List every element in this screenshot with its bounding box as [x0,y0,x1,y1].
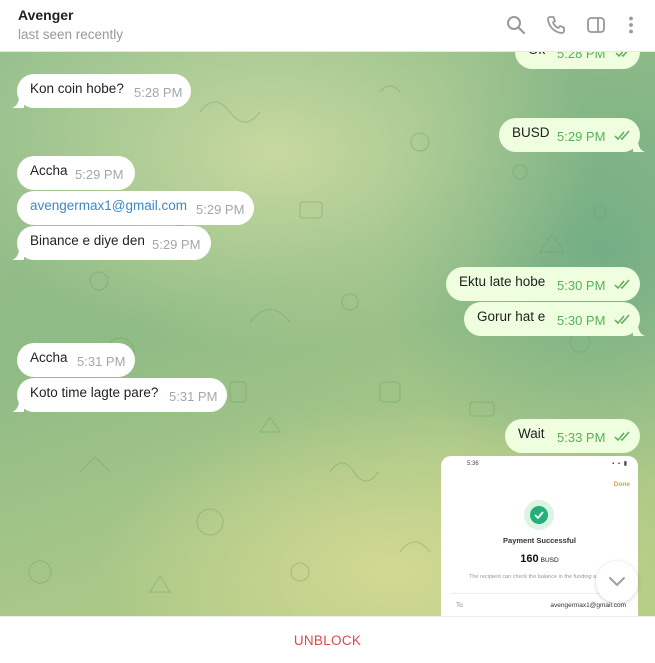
search-icon[interactable] [505,14,527,36]
contact-name[interactable]: Avenger [18,7,74,23]
message-time: 5:29 PM [75,167,124,182]
unblock-button[interactable]: UNBLOCK [0,617,655,663]
message-text: Kon coin hobe? [30,81,124,96]
done-label: Done [613,481,630,488]
bubble-tail [12,250,24,260]
phone-status-time: 5:36 [467,461,479,467]
recipient-label: To [456,602,463,609]
double-check-icon [615,52,628,58]
chat-footer: UNBLOCK [0,616,655,663]
message-bubble-incoming[interactable]: avengermax1@gmail.com 5:29 PM [17,191,254,225]
message-bubble-outgoing[interactable]: BUSD 5:29 PM [499,118,645,152]
message-time: 5:31 PM [77,354,126,369]
double-check-icon [614,431,630,442]
message-text: Koto time lagte pare? [30,385,159,400]
message-time: 5:29 PM [557,129,606,144]
double-check-icon [614,314,630,325]
message-bubble-incoming[interactable]: Koto time lagte pare? 5:31 PM [12,378,227,412]
contact-status: last seen recently [18,27,124,42]
message-text: Accha [30,350,68,365]
success-check-icon [524,500,554,530]
bubble-tail [633,326,645,336]
chevron-down-icon [609,577,625,586]
double-check-icon [614,279,630,290]
message-area[interactable]: Ok 5:28 PM Kon coin hobe? 5:28 PM BUSD 5… [0,52,655,616]
recipient-value: avengermax1@gmail.com [550,602,626,609]
message-text: Accha [30,163,68,178]
bubble-tail [12,98,24,108]
sidebar-toggle-icon[interactable] [585,14,607,36]
phone-icon[interactable] [545,14,567,36]
message-text: Gorur hat e [477,309,546,324]
message-text: BUSD [512,125,550,140]
phone-status-bar: 5:36 ▪ ▪ ▮ [441,456,638,470]
message-text: Ok [528,52,545,67]
message-time: 5:28 PM [557,52,606,61]
message-time: 5:30 PM [557,313,606,328]
message-time: 5:29 PM [196,202,245,217]
bubble-tail [633,142,645,152]
scroll-to-bottom-button[interactable] [596,561,638,603]
payment-amount-value: 160 [520,553,539,565]
message-time: 5:29 PM [152,237,201,252]
message-bubble-outgoing[interactable]: Wait 5:33 PM [505,419,640,453]
chat-header: Avenger last seen recently [0,0,655,52]
message-text: Wait [518,426,545,441]
message-text: Binance e diye den [30,233,145,248]
message-bubble-incoming[interactable]: Kon coin hobe? 5:28 PM [12,74,191,108]
payment-currency: BUSD [540,557,559,564]
message-bubble-outgoing[interactable]: Ektu late hobe 5:30 PM [446,267,640,301]
email-link[interactable]: avengermax1@gmail.com [30,189,187,223]
message-time: 5:33 PM [557,430,606,445]
message-bubble-outgoing[interactable]: Gorur hat e 5:30 PM [464,302,645,336]
telegram-chat-window: Avenger last seen recently 5:28 PM Kon c… [0,0,655,663]
message-time: 5:30 PM [557,278,606,293]
message-time: 5:28 PM [134,85,183,100]
payment-title: Payment Successful [503,536,576,545]
message-bubble-incoming[interactable]: Accha 5:29 PM [17,156,135,190]
message-bubble-incoming[interactable]: Accha 5:31 PM [17,343,135,377]
double-check-icon [614,130,630,141]
message-text: Ektu late hobe [459,274,546,289]
bubble-tail [12,402,24,412]
message-bubble-outgoing[interactable]: Ok 5:28 PM [515,52,640,69]
message-bubble-incoming[interactable]: Binance e diye den 5:29 PM [12,226,211,260]
message-time: 5:31 PM [169,389,218,404]
payment-note: The recipient can check the balance in t… [469,574,597,580]
phone-status-icons: ▪ ▪ ▮ [612,461,628,467]
more-vertical-icon[interactable] [620,14,642,36]
